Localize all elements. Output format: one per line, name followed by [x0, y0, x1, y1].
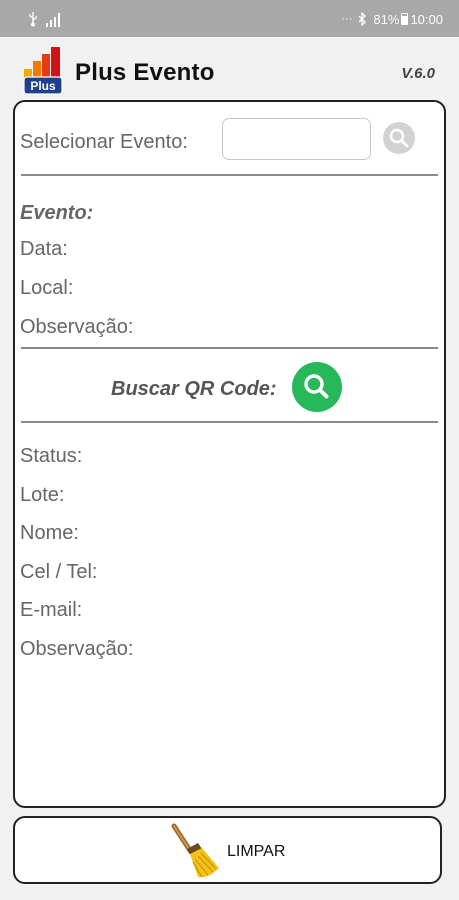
event-input[interactable] [222, 118, 371, 160]
clock: 10:00 [410, 11, 443, 27]
status-label: Status: [20, 445, 83, 467]
qr-label: Buscar QR Code: [111, 378, 277, 400]
app-version: V.6.0 [401, 65, 435, 82]
lote-label: Lote: [20, 484, 65, 506]
status-left [28, 11, 62, 27]
local-label: Local: [20, 277, 74, 299]
status-right: ··· 81% 10:00 [341, 10, 443, 28]
divider-qr-top [21, 347, 438, 349]
search-icon [304, 374, 329, 399]
clear-label: LIMPAR [227, 843, 286, 860]
battery-icon [401, 13, 409, 25]
search-icon [389, 128, 409, 148]
signal-icon [46, 13, 60, 27]
app-header: Plus Plus Evento V.6.0 [0, 37, 459, 97]
bluetooth-icon [358, 12, 367, 26]
clear-button[interactable]: LIMPAR [13, 816, 442, 884]
logo-text: Plus [30, 79, 56, 93]
divider-event [21, 174, 438, 176]
overflow-indicator: ··· [341, 13, 353, 25]
app-title: Plus Evento [75, 59, 215, 86]
data-label: Data: [20, 238, 68, 260]
ticket-observacao-label: Observação: [20, 638, 134, 660]
app-logo: Plus [23, 47, 63, 95]
email-label: E-mail: [20, 599, 83, 621]
usb-icon [29, 12, 37, 27]
status-bar: ··· 81% 10:00 [0, 0, 459, 37]
broom-icon [171, 823, 219, 878]
qr-search-button[interactable] [292, 362, 342, 412]
cel-label: Cel / Tel: [20, 561, 98, 583]
event-observacao-label: Observação: [20, 316, 134, 338]
battery-percent: 81% [373, 11, 400, 27]
divider-qr-bottom [21, 421, 438, 423]
select-event-label: Selecionar Evento: [20, 131, 188, 153]
search-event-button[interactable] [383, 122, 415, 154]
main-panel: Selecionar Evento: Evento: Data: Local: … [13, 100, 446, 808]
evento-label: Evento: [20, 202, 94, 224]
nome-label: Nome: [20, 522, 79, 544]
